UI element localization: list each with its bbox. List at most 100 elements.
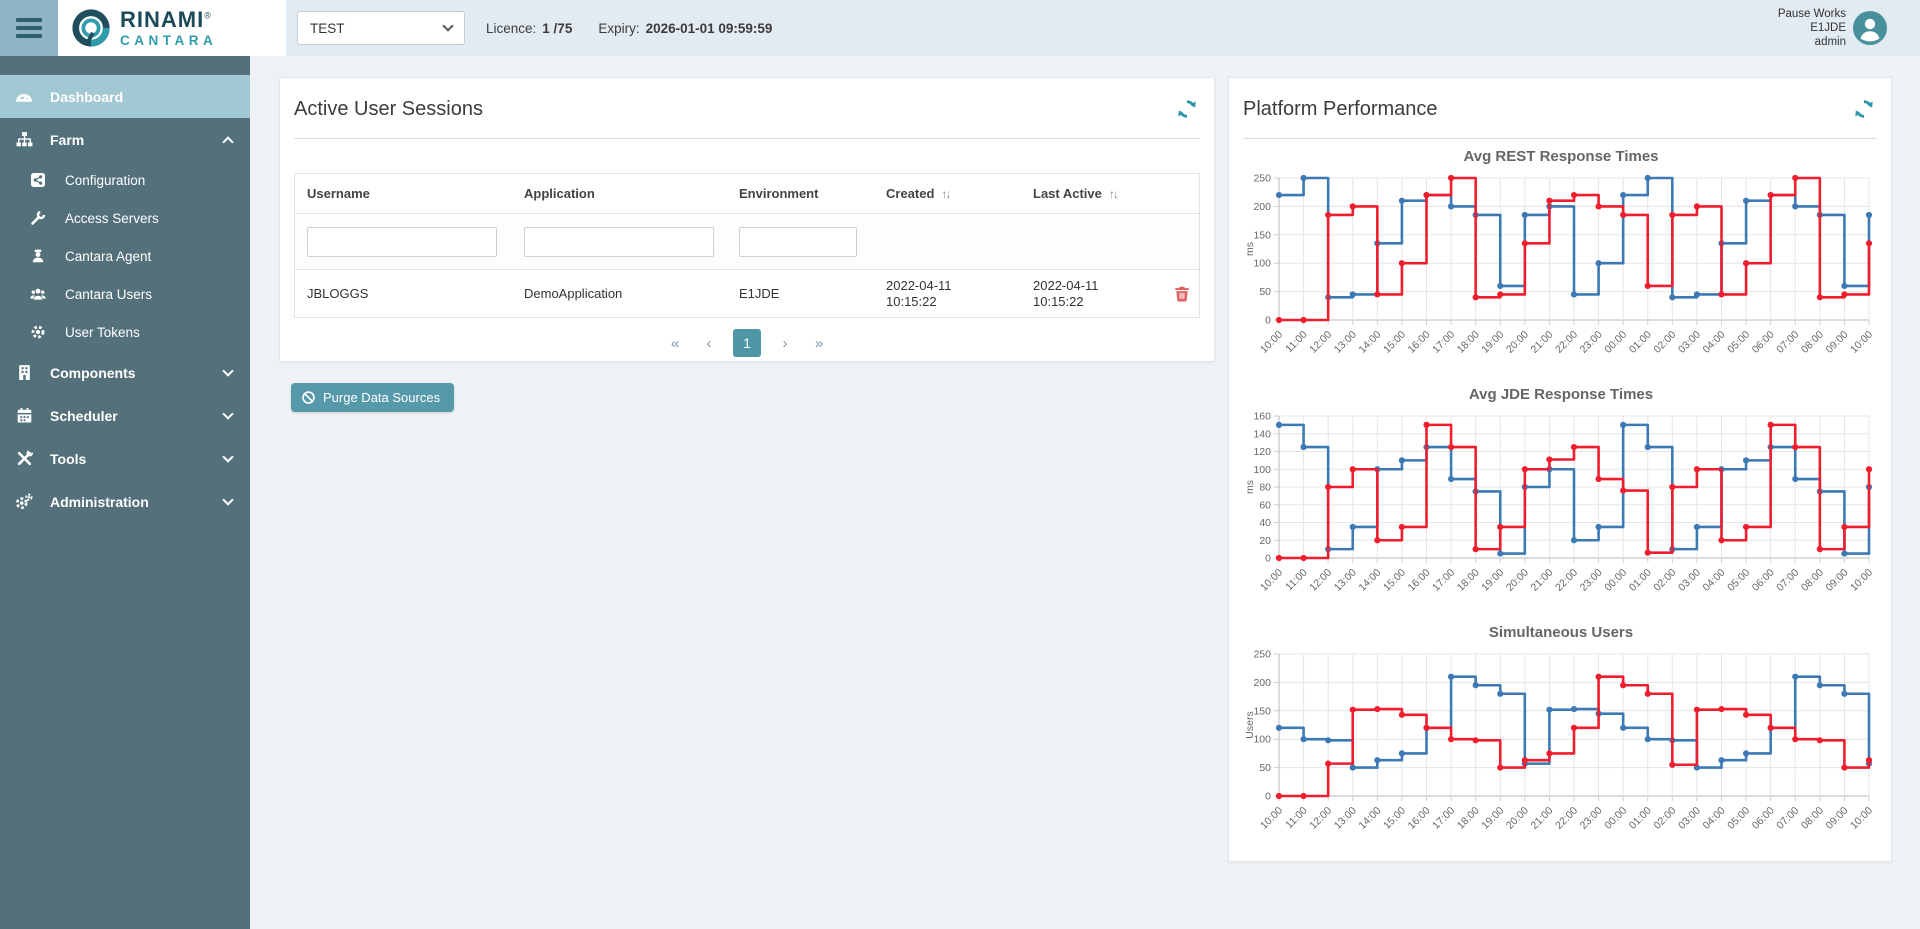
pagination-prev-button[interactable]: ‹ (699, 335, 719, 352)
svg-text:19:00: 19:00 (1479, 805, 1506, 832)
charts-container: Avg REST Response Times 0501001502002501… (1243, 146, 1879, 862)
active-sessions-card: Active User Sessions Username Applicatio… (279, 77, 1215, 362)
svg-text:22:00: 22:00 (1553, 805, 1580, 832)
dashboard-gauge-icon (15, 88, 33, 106)
cell-environment: E1JDE (727, 286, 874, 301)
svg-text:01:00: 01:00 (1627, 567, 1654, 594)
svg-text:03:00: 03:00 (1676, 567, 1703, 594)
licence-info: Licence: 1 /75 Expiry: 2026-01-01 09:59:… (486, 0, 772, 56)
sidebar-item-cantara-users[interactable]: Cantara Users (0, 275, 250, 313)
svg-text:23:00: 23:00 (1578, 329, 1605, 356)
hamburger-menu-button[interactable] (0, 0, 58, 56)
svg-text:07:00: 07:00 (1774, 805, 1801, 832)
svg-text:15:00: 15:00 (1381, 805, 1408, 832)
sidebar-item-configuration[interactable]: Configuration (0, 161, 250, 199)
logo-primary-text: RINAMI® (120, 9, 217, 31)
svg-text:17:00: 17:00 (1430, 329, 1457, 356)
divider (294, 138, 1200, 139)
sidebar-item-user-tokens[interactable]: User Tokens (0, 313, 250, 351)
refresh-icon[interactable] (1176, 98, 1198, 120)
administration-cogs-icon (15, 493, 33, 511)
svg-text:18:00: 18:00 (1455, 805, 1482, 832)
users-icon (30, 286, 46, 302)
svg-text:19:00: 19:00 (1479, 329, 1506, 356)
svg-text:06:00: 06:00 (1750, 329, 1777, 356)
svg-text:05:00: 05:00 (1725, 805, 1752, 832)
svg-text:02:00: 02:00 (1651, 567, 1678, 594)
svg-text:160: 160 (1253, 411, 1271, 423)
sort-icon: ↑↓ (1109, 187, 1117, 201)
svg-text:20:00: 20:00 (1504, 329, 1531, 356)
chevron-up-icon (222, 136, 233, 147)
licence-label: Licence: (486, 21, 536, 36)
svg-text:100: 100 (1253, 734, 1271, 746)
components-building-icon (15, 364, 33, 382)
svg-text:14:00: 14:00 (1356, 567, 1383, 594)
svg-text:21:00: 21:00 (1528, 329, 1555, 356)
sidebar-item-cantara-agent[interactable]: Cantara Agent (0, 237, 250, 275)
svg-text:10:00: 10:00 (1258, 805, 1285, 832)
environment-select[interactable]: TEST (297, 11, 465, 45)
cell-created: 2022-04-11 10:15:22 (874, 278, 1021, 310)
svg-text:16:00: 16:00 (1406, 329, 1433, 356)
sidebar-item-dashboard[interactable]: Dashboard (0, 75, 250, 118)
pagination-last-button[interactable]: » (809, 335, 829, 352)
svg-text:0: 0 (1265, 553, 1271, 565)
svg-text:09:00: 09:00 (1823, 329, 1850, 356)
refresh-icon[interactable] (1853, 98, 1875, 120)
svg-text:20:00: 20:00 (1504, 805, 1531, 832)
app-logo: RINAMI® CANTARA (58, 0, 286, 56)
svg-text:10:00: 10:00 (1848, 329, 1875, 356)
col-header-environment: Environment (727, 186, 874, 201)
user-environment: E1JDE (1778, 21, 1846, 35)
svg-text:13:00: 13:00 (1332, 567, 1359, 594)
svg-text:13:00: 13:00 (1332, 805, 1359, 832)
sidebar-item-components[interactable]: Components (0, 351, 250, 394)
svg-text:17:00: 17:00 (1430, 567, 1457, 594)
scheduler-calendar-icon (15, 407, 33, 425)
application-filter-input[interactable] (524, 227, 714, 257)
sidebar-item-scheduler[interactable]: Scheduler (0, 394, 250, 437)
svg-text:12:00: 12:00 (1307, 567, 1334, 594)
col-header-created[interactable]: Created↑↓ (874, 186, 1021, 201)
wrench-icon (30, 210, 46, 226)
svg-text:03:00: 03:00 (1676, 805, 1703, 832)
svg-text:11:00: 11:00 (1283, 329, 1310, 356)
pagination-next-button[interactable]: › (775, 335, 795, 352)
svg-text:150: 150 (1253, 229, 1271, 241)
chevron-down-icon (222, 365, 233, 376)
sidebar-item-farm[interactable]: Farm (0, 118, 250, 161)
pagination: « ‹ 1 › » (280, 329, 1214, 357)
svg-text:22:00: 22:00 (1553, 329, 1580, 356)
pagination-first-button[interactable]: « (665, 335, 685, 352)
svg-text:04:00: 04:00 (1701, 329, 1728, 356)
svg-text:17:00: 17:00 (1430, 805, 1457, 832)
user-role: admin (1778, 35, 1846, 49)
svg-text:15:00: 15:00 (1381, 567, 1408, 594)
user-avatar-icon[interactable] (1853, 11, 1887, 45)
chevron-down-icon (222, 494, 233, 505)
svg-text:16:00: 16:00 (1406, 805, 1433, 832)
sidebar-item-tools[interactable]: Tools (0, 437, 250, 480)
svg-text:22:00: 22:00 (1553, 567, 1580, 594)
table-header-row: Username Application Environment Created… (295, 174, 1199, 214)
purge-data-sources-button[interactable]: Purge Data Sources (291, 383, 454, 412)
svg-text:07:00: 07:00 (1774, 567, 1801, 594)
sidebar-item-administration[interactable]: Administration (0, 480, 250, 523)
delete-session-trash-icon[interactable] (1173, 285, 1191, 303)
svg-text:07:00: 07:00 (1774, 329, 1801, 356)
svg-text:150: 150 (1253, 705, 1271, 717)
svg-text:08:00: 08:00 (1799, 567, 1826, 594)
svg-text:09:00: 09:00 (1823, 567, 1850, 594)
pagination-page-1-button[interactable]: 1 (733, 329, 761, 357)
environment-filter-input[interactable] (739, 227, 857, 257)
svg-text:14:00: 14:00 (1356, 329, 1383, 356)
sessions-table: Username Application Environment Created… (294, 173, 1200, 318)
user-name: Pause Works (1778, 7, 1846, 21)
col-header-last-active[interactable]: Last Active↑↓ (1021, 186, 1165, 201)
svg-text:11:00: 11:00 (1283, 805, 1310, 832)
licence-value: 1 /75 (542, 21, 572, 36)
sidebar-item-access-servers[interactable]: Access Servers (0, 199, 250, 237)
username-filter-input[interactable] (307, 227, 497, 257)
sessions-card-header: Active User Sessions (280, 78, 1214, 138)
